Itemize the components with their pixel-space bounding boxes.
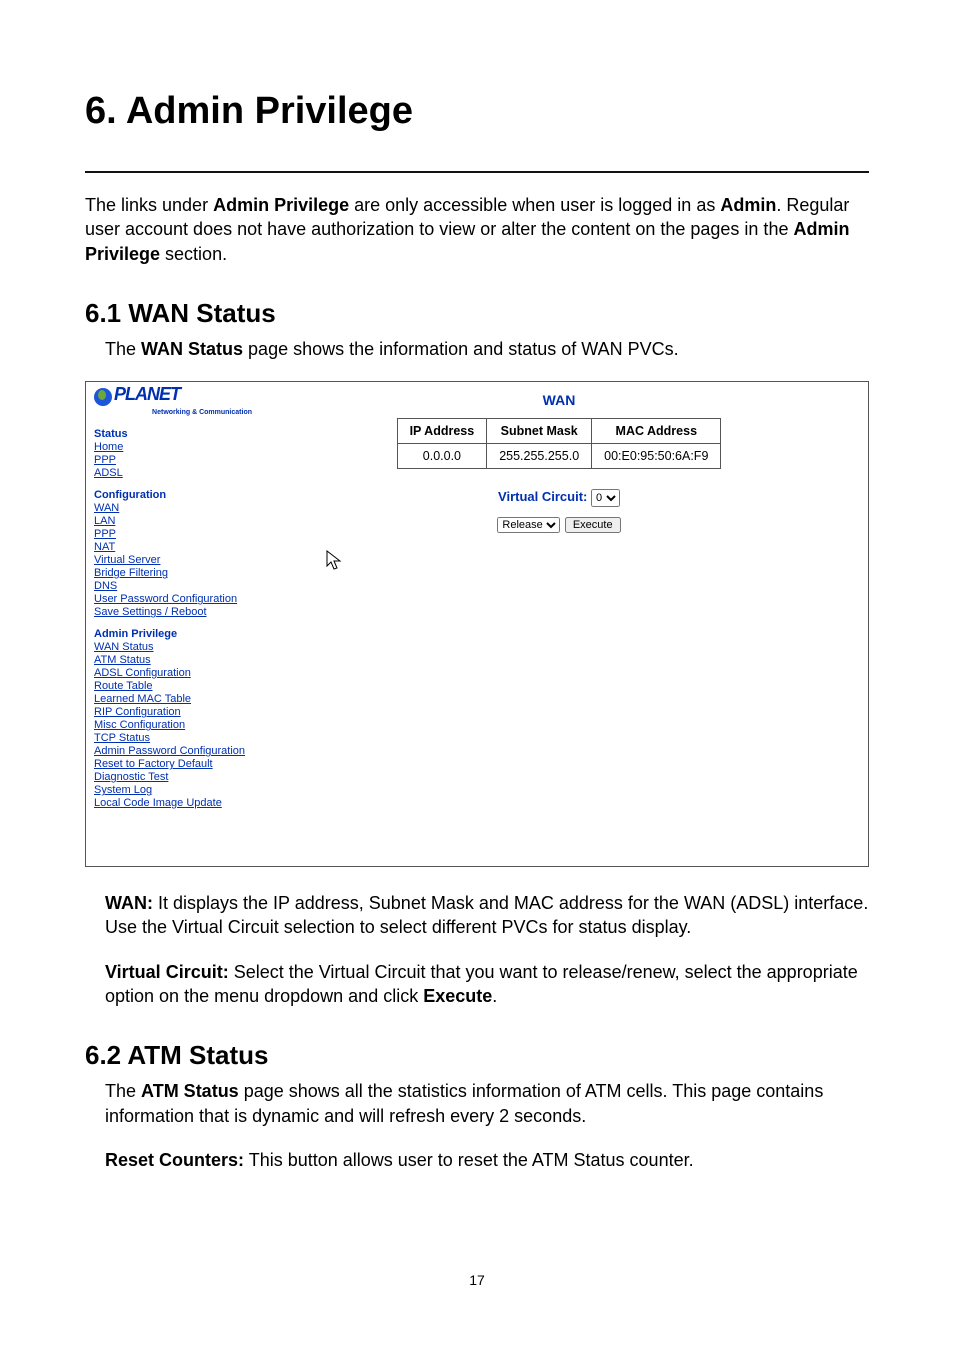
text-bold: Execute (423, 986, 492, 1006)
sidebar-link-bridge-filtering[interactable]: Bridge Filtering (94, 567, 168, 579)
sidebar-link-atm-status[interactable]: ATM Status (94, 654, 151, 666)
sidebar-heading-status: Status (94, 428, 252, 441)
text: . (492, 986, 497, 1006)
action-select[interactable]: Release (497, 517, 560, 533)
sidebar-link-wan[interactable]: WAN (94, 502, 119, 514)
sidebar-link-adsl[interactable]: ADSL (94, 467, 123, 479)
sidebar-heading-admin-privilege: Admin Privilege (94, 628, 252, 641)
virtual-circuit-description: Virtual Circuit: Select the Virtual Circ… (85, 960, 869, 1009)
sidebar-link-route-table[interactable]: Route Table (94, 680, 153, 692)
sidebar-link-system-log[interactable]: System Log (94, 784, 152, 796)
text-bold: Admin (720, 195, 776, 215)
sidebar-link-rip-config[interactable]: RIP Configuration (94, 706, 181, 718)
sidebar-link-dns[interactable]: DNS (94, 580, 117, 592)
sidebar-link-wan-status[interactable]: WAN Status (94, 641, 154, 653)
sidebar-heading-configuration: Configuration (94, 489, 252, 502)
chapter-intro: The links under Admin Privilege are only… (85, 193, 869, 266)
table-row: 0.0.0.0 255.255.255.0 00:E0:95:50:6A:F9 (397, 444, 721, 469)
sidebar-link-nat[interactable]: NAT (94, 541, 115, 553)
text: are only accessible when user is logged … (349, 195, 720, 215)
cell-mac: 00:E0:95:50:6A:F9 (592, 444, 721, 469)
text: page shows the information and status of… (243, 339, 679, 359)
brand-tagline: Networking & Communication (94, 406, 252, 419)
sidebar-link-user-password[interactable]: User Password Configuration (94, 593, 237, 605)
sidebar-link-save-reboot[interactable]: Save Settings / Reboot (94, 606, 207, 618)
label-reset-counters: Reset Counters: (105, 1150, 244, 1170)
divider (85, 171, 869, 173)
sidebar-link-lan[interactable]: LAN (94, 515, 115, 527)
wan-description: WAN: It displays the IP address, Subnet … (85, 891, 869, 940)
text: This button allows user to reset the ATM… (244, 1150, 694, 1170)
text: The links under (85, 195, 213, 215)
sidebar-link-learned-mac[interactable]: Learned MAC Table (94, 693, 191, 705)
table-header-row: IP Address Subnet Mask MAC Address (397, 419, 721, 444)
wan-status-lead: The WAN Status page shows the informatio… (85, 337, 869, 361)
router-admin-screenshot: PLANET Networking & Communication Status… (85, 381, 869, 867)
brand-text: PLANET (114, 384, 180, 404)
cell-ip: 0.0.0.0 (397, 444, 487, 469)
vc-label: Virtual Circuit: (498, 489, 587, 504)
wan-status-table: IP Address Subnet Mask MAC Address 0.0.0… (397, 418, 722, 469)
sidebar-link-reset-factory[interactable]: Reset to Factory Default (94, 758, 213, 770)
text-bold: Admin Privilege (213, 195, 349, 215)
atm-status-lead: The ATM Status page shows all the statis… (85, 1079, 869, 1128)
brand-logo: PLANET (94, 388, 252, 406)
text-bold: WAN Status (141, 339, 243, 359)
sidebar-link-local-code-update[interactable]: Local Code Image Update (94, 797, 222, 809)
execute-button[interactable]: Execute (565, 517, 621, 533)
text: The (105, 339, 141, 359)
sidebar-link-admin-password[interactable]: Admin Password Configuration (94, 745, 245, 757)
virtual-circuit-select[interactable]: 0 (591, 489, 620, 507)
sidebar-link-adsl-config[interactable]: ADSL Configuration (94, 667, 191, 679)
chapter-title: 6. Admin Privilege (85, 90, 869, 133)
col-ip-address: IP Address (397, 419, 487, 444)
sidebar-link-home[interactable]: Home (94, 441, 123, 453)
sidebar-link-misc-config[interactable]: Misc Configuration (94, 719, 185, 731)
reset-counters-description: Reset Counters: This button allows user … (85, 1148, 869, 1172)
col-subnet-mask: Subnet Mask (487, 419, 592, 444)
col-mac-address: MAC Address (592, 419, 721, 444)
text: It displays the IP address, Subnet Mask … (105, 893, 868, 937)
panel-title-wan: WAN (256, 392, 862, 408)
label-virtual-circuit: Virtual Circuit: (105, 962, 229, 982)
cursor-icon (326, 550, 344, 572)
text: The (105, 1081, 141, 1101)
page-number: 17 (85, 1272, 869, 1288)
section-heading-atm-status: 6.2 ATM Status (85, 1040, 869, 1071)
main-panel: WAN IP Address Subnet Mask MAC Address 0… (256, 386, 862, 533)
sidebar: PLANET Networking & Communication Status… (94, 388, 252, 810)
text: section. (160, 244, 227, 264)
cell-subnet: 255.255.255.0 (487, 444, 592, 469)
sidebar-link-diagnostic[interactable]: Diagnostic Test (94, 771, 168, 783)
sidebar-link-tcp-status[interactable]: TCP Status (94, 732, 150, 744)
sidebar-link-ppp-cfg[interactable]: PPP (94, 528, 116, 540)
virtual-circuit-row: Virtual Circuit: 0 (256, 489, 862, 507)
sidebar-link-virtual-server[interactable]: Virtual Server (94, 554, 160, 566)
execute-row: Release Execute (256, 515, 862, 533)
text-bold: ATM Status (141, 1081, 239, 1101)
label-wan: WAN: (105, 893, 153, 913)
sidebar-link-ppp[interactable]: PPP (94, 454, 116, 466)
globe-icon (94, 388, 112, 406)
section-heading-wan-status: 6.1 WAN Status (85, 298, 869, 329)
